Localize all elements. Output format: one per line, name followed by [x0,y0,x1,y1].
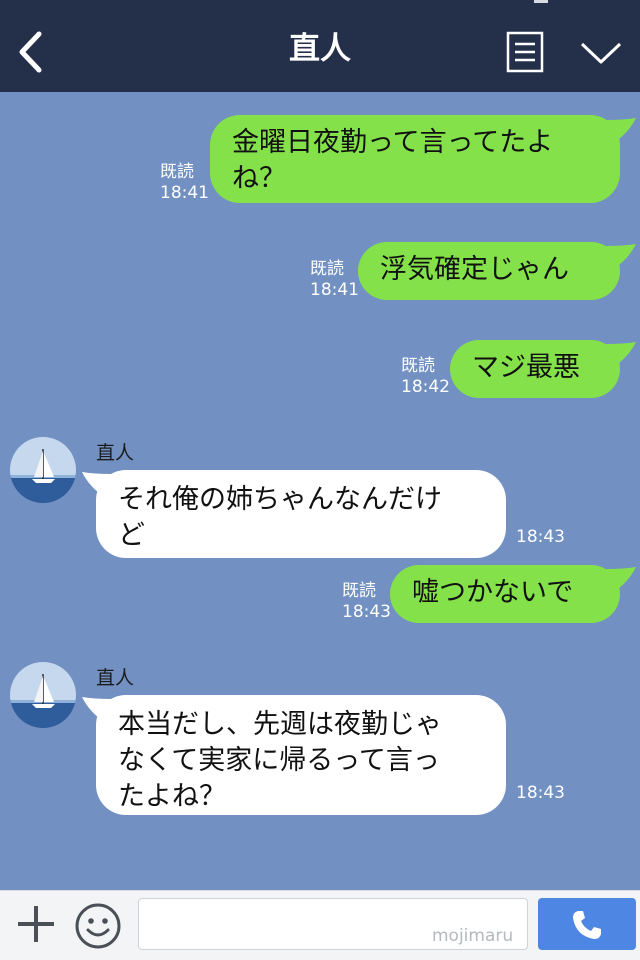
message-time: 18:43 [516,527,565,547]
read-receipt: 既読 [310,259,344,279]
message-line: なくて実家に帰るって言っ [118,745,440,776]
message-line: それ俺の姉ちゃんなんだけ [118,484,442,515]
message-line: ね？ [232,163,286,194]
message-line: 嘘つかないで [412,577,574,608]
bubble-tail [606,118,636,144]
message-bubble-outgoing[interactable]: マジ最悪 [450,340,620,398]
chevron-down-icon[interactable] [578,38,624,68]
chat-header [0,0,640,92]
avatar[interactable] [10,662,76,728]
smile-icon[interactable] [74,902,122,950]
message-line: ど [118,520,145,551]
message-bubble-outgoing[interactable]: 嘘つかないで [390,565,620,623]
avatar[interactable] [10,437,76,503]
bubble-tail [606,567,636,593]
status-bar-fragment [534,0,548,3]
read-receipt: 既読 [401,356,435,376]
sailboat-avatar-icon [10,662,76,728]
message-line: マジ最悪 [472,352,580,383]
read-receipt: 既読 [342,581,376,601]
call-button[interactable] [538,898,636,950]
message-time: 18:42 [401,377,450,397]
message-line: 浮気確定じゃん [380,254,569,285]
message-line: たよね？ [118,781,226,812]
message-time: 18:41 [310,280,359,300]
sailboat-avatar-icon [10,437,76,503]
message-meta: 既読 18:41 [310,259,359,301]
phone-icon [573,911,601,939]
message-bubble-outgoing[interactable]: 金曜日夜勤って言ってたよ ね？ [210,115,620,203]
message-meta: 既読 18:43 [342,581,391,623]
message-meta: 既読 18:42 [401,356,450,398]
message-bubble-incoming[interactable]: それ俺の姉ちゃんなんだけ ど [96,470,506,558]
message-line: 本当だし、先週は夜勤じゃ [118,709,442,740]
message-time: 18:41 [160,183,209,203]
message-meta: 既読 18:41 [160,162,209,204]
message-time: 18:43 [516,783,565,803]
watermark-text: mojimaru [432,926,514,946]
read-receipt: 既読 [160,162,194,182]
message-time: 18:43 [342,602,391,622]
plus-icon[interactable] [16,904,56,944]
list-icon[interactable] [506,31,544,73]
chevron-left-icon[interactable] [14,30,50,74]
sender-name: 直人 [96,442,135,464]
bubble-tail [606,244,636,270]
message-bubble-incoming[interactable]: 本当だし、先週は夜勤じゃ なくて実家に帰るって言っ たよね？ [96,695,506,815]
sender-name: 直人 [96,667,135,689]
message-bubble-outgoing[interactable]: 浮気確定じゃん [358,242,620,300]
bubble-tail [606,342,636,368]
message-line: 金曜日夜勤って言ってたよ [232,127,554,158]
